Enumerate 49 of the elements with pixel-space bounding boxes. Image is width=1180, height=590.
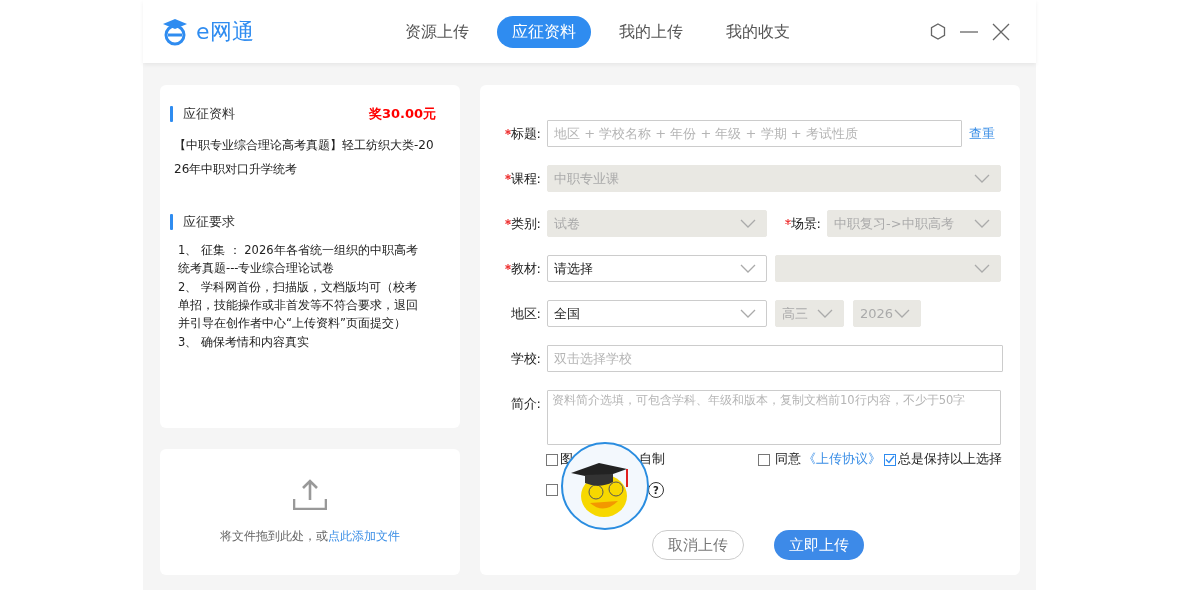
field-label: 标题: [510,124,541,143]
chevron-down-icon [740,264,756,273]
submit-button[interactable]: 立即上传 [774,530,864,560]
nav-tab[interactable]: 资源上传 [390,15,484,48]
minimize-icon[interactable] [960,30,978,33]
section-title: 应征资料 [183,105,235,123]
checkbox[interactable] [546,453,558,466]
checkbox-label: 总是保持以上选择 [898,451,1002,468]
cancel-button[interactable]: 取消上传 [652,530,744,560]
agreement-link[interactable]: 《上传协议》 [803,451,881,468]
requirement-text: 1、 征集 ： 2026年各省统一组织的中职高考统考真题---专业综合理论试卷 [178,242,419,277]
chevron-down-icon [974,174,990,183]
close-icon[interactable] [992,22,1010,41]
field-label: 课程: [510,169,541,188]
chevron-down-icon [974,264,990,273]
chevron-down-icon [817,309,833,318]
nav-tab[interactable]: 应征资料 [497,15,591,48]
nav-tab[interactable]: 我的收支 [711,15,805,48]
checkbox-label: 同意 [775,451,801,468]
upload-hint: 将文件拖到此处，或点此添加文件 [220,528,400,545]
title-field[interactable]: 地区 + 学校名称 + 年份 + 年级 + 学期 + 考试性质 [547,120,962,147]
requirement-text: 2、 学科网首份，扫描版，文档版均可（校考单招，技能操作或非首发等不符合要求，退回并引导在创作者中心“上传资料”页面提交） [178,279,419,332]
chevron-down-icon [894,309,910,318]
hexagon-icon[interactable] [930,23,946,40]
field-label: 场景: [790,214,821,233]
check-duplicate-link[interactable]: 查重 [969,124,995,143]
field-label: 类别: [510,214,541,233]
add-file-link[interactable]: 点此添加文件 [328,529,400,543]
nav-tab[interactable]: 我的上传 [604,15,698,48]
chevron-down-icon [974,219,990,228]
description-field[interactable]: 资料简介选填，可包含学科、年级和版本，复制文档前10行内容，不少于50字 [547,390,1001,445]
call-description: 【中职专业综合理论高考真题】轻工纺织大类-2026年中职对口升学统考 [174,137,435,178]
dropdown[interactable]: 全国 [547,300,767,327]
field-label: 简介: [510,395,541,413]
checkbox[interactable] [884,453,896,466]
app-logo-text: e网通 [196,17,254,46]
chevron-down-icon [740,219,756,228]
chevron-down-icon [740,309,756,318]
requirement-text: 3、 确保考情和内容真实 [178,334,310,351]
checkbox[interactable] [546,484,558,496]
field-label: 教材: [510,259,541,278]
field-label: 学校: [510,349,541,368]
school-field[interactable]: 双击选择学校 [547,345,1003,372]
section-title: 应征要求 [183,213,235,231]
dropdown[interactable]: 请选择 [547,255,767,282]
field-label: 地区: [510,304,541,323]
reward-amount: 奖30.00元 [368,105,436,123]
checkbox[interactable] [758,453,770,466]
upload-icon[interactable] [293,479,327,510]
